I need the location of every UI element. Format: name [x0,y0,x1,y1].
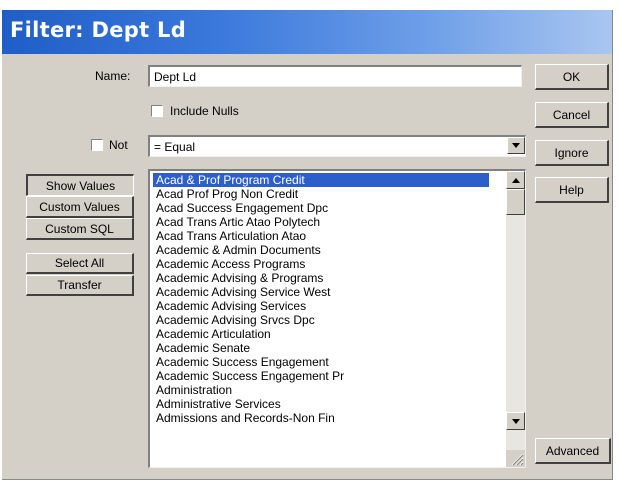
advanced-button[interactable]: Advanced [535,438,611,464]
list-item[interactable]: Academic Advising Services [153,299,489,313]
list-item[interactable]: Academic Advising & Programs [153,271,489,285]
scroll-thumb[interactable] [506,189,525,215]
list-item[interactable]: Administration [153,383,489,397]
ignore-button[interactable]: Ignore [535,140,609,166]
scroll-down-button[interactable] [506,412,525,430]
filter-dialog: Filter: Dept Ld Name: Dept Ld Include Nu… [2,10,613,480]
include-nulls-checkbox[interactable] [151,105,163,117]
list-item[interactable]: Academic Success Engagement Pr [153,369,489,383]
list-item[interactable]: Academic Advising Srvcs Dpc [153,313,489,327]
custom-sql-button[interactable]: Custom SQL [26,218,134,240]
name-input[interactable]: Dept Ld [148,65,522,87]
list-item[interactable]: Acad & Prof Program Credit [153,173,489,187]
ok-button[interactable]: OK [535,64,609,90]
list-item[interactable]: Academic & Admin Documents [153,243,489,257]
cancel-button[interactable]: Cancel [535,102,609,128]
arrow-down-icon [511,418,520,424]
list-item[interactable]: Acad Prof Prog Non Credit [153,187,489,201]
values-list-items: Acad & Prof Program Credit Acad Prof Prog… [153,173,489,425]
name-label: Name: [95,69,131,83]
list-item[interactable]: Administrative Services [153,397,489,411]
show-values-button[interactable]: Show Values [26,174,134,196]
list-item[interactable]: Academic Senate [153,341,489,355]
resize-grip-icon[interactable] [506,450,525,467]
list-item[interactable]: Academic Success Engagement [153,355,489,369]
include-nulls-label: Include Nulls [170,104,239,118]
select-all-button[interactable]: Select All [26,253,134,274]
arrow-up-icon [511,177,520,183]
list-item[interactable]: Academic Access Programs [153,257,489,271]
chevron-down-icon [512,143,520,148]
custom-values-button[interactable]: Custom Values [26,196,134,218]
list-item[interactable]: Admissions and Records-Non Fin [153,411,489,425]
operator-value: = Equal [154,140,196,154]
not-checkbox[interactable] [91,139,103,151]
operator-select[interactable]: = Equal [148,135,526,157]
not-label: Not [109,138,128,152]
window-title: Filter: Dept Ld [10,18,187,42]
transfer-button[interactable]: Transfer [26,275,134,296]
help-button[interactable]: Help [535,177,609,203]
vertical-scrollbar[interactable] [506,171,525,451]
list-item[interactable]: Acad Success Engagement Dpc [153,201,489,215]
operator-dropdown-button[interactable] [507,137,525,154]
list-item[interactable]: Academic Advising Service West [153,285,489,299]
list-item[interactable]: Acad Trans Articulation Atao [153,229,489,243]
title-bar[interactable]: Filter: Dept Ld [2,10,612,54]
list-item[interactable]: Acad Trans Artic Atao Polytech [153,215,489,229]
scroll-up-button[interactable] [506,171,525,189]
list-item[interactable]: Academic Articulation [153,327,489,341]
values-listbox[interactable]: Acad & Prof Program Credit Acad Prof Prog… [148,169,526,468]
